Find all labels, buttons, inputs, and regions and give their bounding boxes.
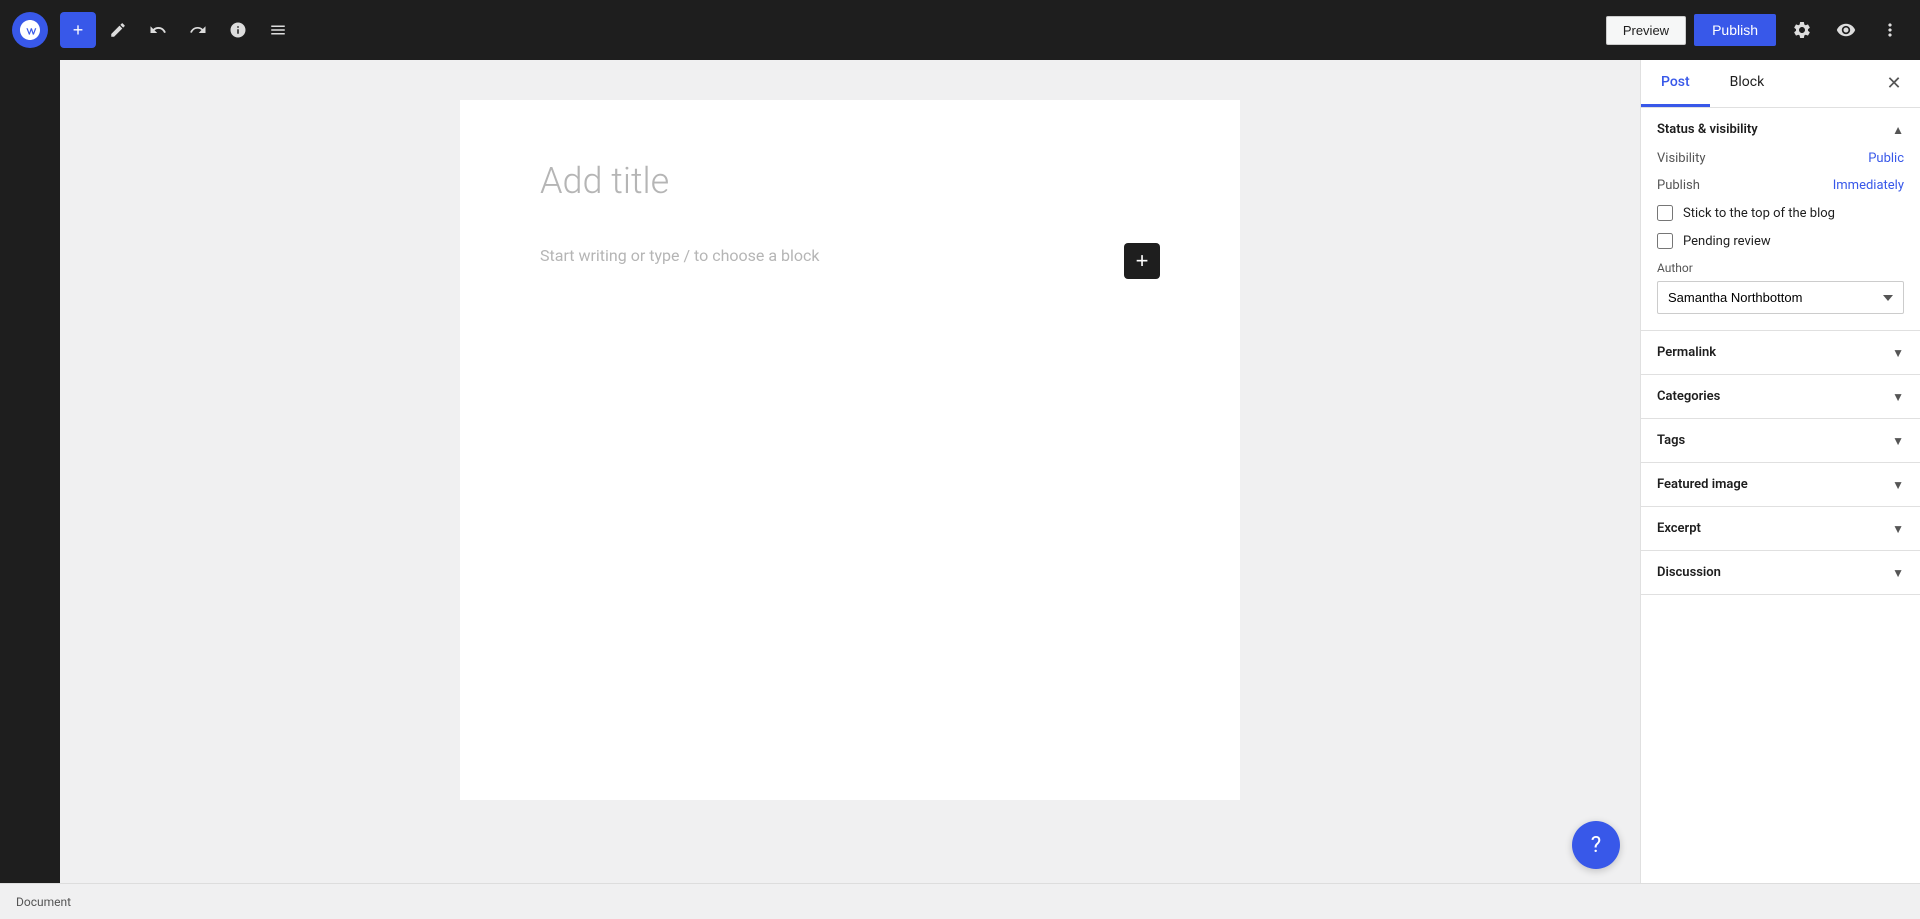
publish-row: Publish Immediately xyxy=(1657,178,1904,193)
preview-button[interactable]: Preview xyxy=(1606,16,1686,45)
panel-header: Post Block ✕ xyxy=(1641,60,1920,108)
categories-section: Categories ▼ xyxy=(1641,375,1920,419)
discussion-section: Discussion ▼ xyxy=(1641,551,1920,595)
featured-image-section: Featured image ▼ xyxy=(1641,463,1920,507)
help-button[interactable]: ? xyxy=(1572,821,1620,869)
status-visibility-header[interactable]: Status & visibility ▲ xyxy=(1641,108,1920,151)
pending-review-label: Pending review xyxy=(1683,234,1771,249)
publish-label: Publish xyxy=(1657,178,1700,193)
editor-placeholder[interactable]: Start writing or type / to choose a bloc… xyxy=(540,243,1108,269)
tags-title: Tags xyxy=(1657,433,1685,448)
post-title[interactable]: Add title xyxy=(540,160,1160,203)
author-label: Author xyxy=(1657,261,1904,275)
discussion-title: Discussion xyxy=(1657,565,1721,580)
discussion-chevron: ▼ xyxy=(1892,566,1904,580)
settings-button[interactable] xyxy=(1784,12,1820,48)
wp-logo[interactable] xyxy=(12,12,48,48)
featured-image-title: Featured image xyxy=(1657,477,1748,492)
author-section: Author Samantha Northbottom xyxy=(1657,261,1904,314)
excerpt-section: Excerpt ▼ xyxy=(1641,507,1920,551)
right-panel: Post Block ✕ Status & visibility ▲ Visib… xyxy=(1640,60,1920,883)
toolbar-left: + xyxy=(12,12,296,48)
stick-to-top-label: Stick to the top of the blog xyxy=(1683,206,1835,221)
publish-value[interactable]: Immediately xyxy=(1833,178,1904,193)
view-button[interactable] xyxy=(1828,12,1864,48)
author-select[interactable]: Samantha Northbottom xyxy=(1657,281,1904,314)
left-sidebar xyxy=(0,60,60,883)
permalink-header[interactable]: Permalink ▼ xyxy=(1641,331,1920,374)
status-visibility-title: Status & visibility xyxy=(1657,122,1758,137)
excerpt-chevron: ▼ xyxy=(1892,522,1904,536)
visibility-label: Visibility xyxy=(1657,151,1706,166)
editor-body-area: Start writing or type / to choose a bloc… xyxy=(540,243,1160,279)
tab-block[interactable]: Block xyxy=(1710,60,1785,107)
tab-post[interactable]: Post xyxy=(1641,60,1710,107)
categories-header[interactable]: Categories ▼ xyxy=(1641,375,1920,418)
excerpt-header[interactable]: Excerpt ▼ xyxy=(1641,507,1920,550)
pending-review-row: Pending review xyxy=(1657,233,1904,249)
editor-content: Add title Start writing or type / to cho… xyxy=(460,100,1240,800)
tags-header[interactable]: Tags ▼ xyxy=(1641,419,1920,462)
featured-image-header[interactable]: Featured image ▼ xyxy=(1641,463,1920,506)
editor-area[interactable]: Add title Start writing or type / to cho… xyxy=(60,60,1640,883)
redo-button[interactable] xyxy=(180,12,216,48)
stick-to-top-row: Stick to the top of the blog xyxy=(1657,205,1904,221)
stick-to-top-checkbox[interactable] xyxy=(1657,205,1673,221)
tags-section: Tags ▼ xyxy=(1641,419,1920,463)
tags-chevron: ▼ xyxy=(1892,434,1904,448)
tools-button[interactable] xyxy=(260,12,296,48)
permalink-title: Permalink xyxy=(1657,345,1716,360)
featured-image-chevron: ▼ xyxy=(1892,478,1904,492)
more-options-button[interactable] xyxy=(1872,12,1908,48)
excerpt-title: Excerpt xyxy=(1657,521,1701,536)
visibility-value[interactable]: Public xyxy=(1868,151,1904,166)
toolbar-right: Preview Publish xyxy=(1606,12,1908,48)
discussion-header[interactable]: Discussion ▼ xyxy=(1641,551,1920,594)
permalink-section: Permalink ▼ xyxy=(1641,331,1920,375)
top-toolbar: + Preview Publish xyxy=(0,0,1920,60)
add-block-button[interactable]: + xyxy=(1124,243,1160,279)
undo-button[interactable] xyxy=(140,12,176,48)
publish-button[interactable]: Publish xyxy=(1694,14,1776,46)
info-button[interactable] xyxy=(220,12,256,48)
categories-title: Categories xyxy=(1657,389,1720,404)
pending-review-checkbox[interactable] xyxy=(1657,233,1673,249)
document-status: Document xyxy=(16,895,71,909)
status-visibility-body: Visibility Public Publish Immediately St… xyxy=(1641,151,1920,330)
edit-button[interactable] xyxy=(100,12,136,48)
close-panel-button[interactable]: ✕ xyxy=(1876,66,1912,102)
main-content: Add title Start writing or type / to cho… xyxy=(0,60,1920,883)
visibility-row: Visibility Public xyxy=(1657,151,1904,166)
permalink-chevron: ▼ xyxy=(1892,346,1904,360)
categories-chevron: ▼ xyxy=(1892,390,1904,404)
add-block-toolbar-button[interactable]: + xyxy=(60,12,96,48)
status-bar: Document xyxy=(0,883,1920,919)
status-visibility-chevron: ▲ xyxy=(1892,123,1904,137)
status-visibility-section: Status & visibility ▲ Visibility Public … xyxy=(1641,108,1920,331)
